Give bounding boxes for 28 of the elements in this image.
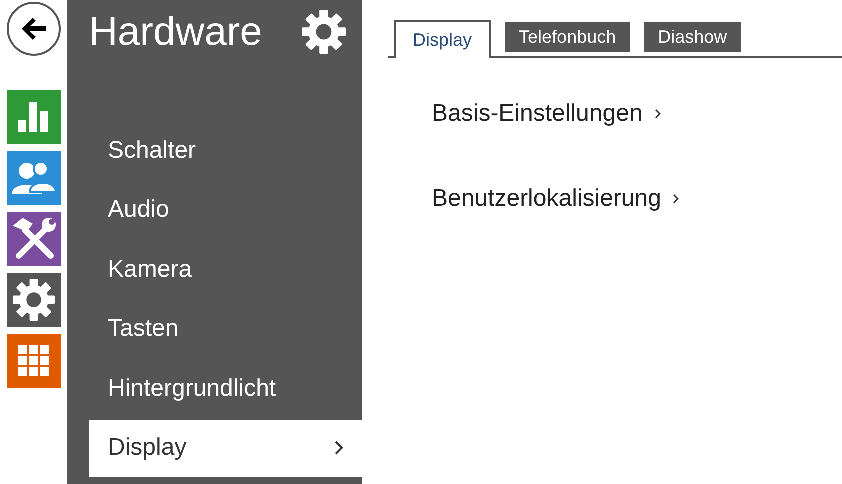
hammer-wrench-icon [10,216,56,262]
users-icon [10,160,58,196]
back-arrow-icon [20,17,46,41]
chevron-icon [673,194,680,204]
menu-item[interactable]: Hintergrundlicht [89,360,362,418]
apps-tile[interactable] [6,334,60,388]
tab[interactable]: Diashow [644,22,742,52]
panel-title: Hardware [89,10,262,54]
tab[interactable]: Telefonbuch [505,22,630,52]
settings-icon[interactable] [302,10,346,54]
status-tile[interactable] [6,90,60,144]
back-button[interactable] [6,2,60,56]
menu-item[interactable]: Display [89,420,362,477]
chevron-icon [335,441,344,456]
settings-icon [12,279,54,321]
users-tile[interactable] [6,151,60,205]
chevron-icon [654,109,661,119]
menu-item[interactable]: Kamera [89,241,362,298]
settings-link[interactable]: Benutzerlokalisierung [432,185,662,213]
bar-chart-icon [18,102,50,132]
menu-item[interactable]: Audio [89,182,362,239]
grid-icon [18,345,50,377]
settings-tile[interactable] [6,273,60,327]
menu-item[interactable]: Tasten [89,300,362,358]
settings-link[interactable]: Basis-Einstellungen [432,100,643,128]
tab[interactable]: Display [394,20,492,58]
tools-tile[interactable] [6,212,60,266]
menu-item[interactable]: Schalter [89,122,362,179]
